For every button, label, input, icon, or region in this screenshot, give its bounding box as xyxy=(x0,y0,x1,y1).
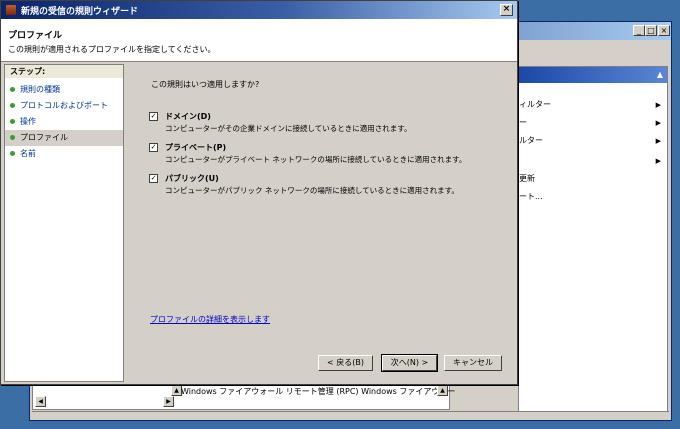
action-item[interactable]: ート... xyxy=(519,189,667,205)
scroll-up-button[interactable]: ▲ xyxy=(437,385,448,396)
step-label: プロトコルおよびポート xyxy=(20,101,108,110)
action-label: ート... xyxy=(519,192,543,201)
new-inbound-rule-wizard: 新規の受信の規則ウィザード × プロファイル この規則が適用されるプロファイルを… xyxy=(0,0,518,385)
action-label: ィルター xyxy=(519,100,551,109)
action-item[interactable]: ルター ▶ xyxy=(519,133,667,149)
option-private: ✓ プライベート(P) コンピューターがプライベート ネットワークの場所に接続し… xyxy=(149,142,499,168)
steps-pane: ステップ: 規則の種類 プロトコルおよびポート 操作 プロファイル 名前 xyxy=(4,64,124,382)
maximize-button[interactable]: □ xyxy=(645,25,657,36)
step-rule-type[interactable]: 規則の種類 xyxy=(5,82,123,98)
action-item[interactable]: ィルター ▶ xyxy=(519,97,667,113)
option-description: コンピューターがその企業ドメインに接続しているときに適用されます。 xyxy=(165,124,412,133)
content-pane: この規則はいつ適用しますか? ✓ ドメイン(D) コンピューターがその企業ドメイ… xyxy=(125,64,515,382)
action-item[interactable]: ▶ xyxy=(519,153,667,169)
step-label: 規則の種類 xyxy=(20,85,60,94)
actions-pane: ▲ ィルター ▶ ー ▶ ルター ▶ ▶ 更新 ート... xyxy=(518,66,668,412)
step-bullet-icon xyxy=(10,151,15,156)
back-button[interactable]: < 戻る(B) xyxy=(318,355,373,371)
action-label: ー xyxy=(519,118,527,127)
profile-details-link[interactable]: プロファイルの詳細を表示します xyxy=(150,314,270,325)
cancel-button[interactable]: キャンセル xyxy=(444,355,502,371)
option-description: コンピューターがパブリック ネットワークの場所に接続しているときに適用されます。 xyxy=(165,186,459,195)
action-item[interactable]: 更新 xyxy=(519,171,667,187)
arrow-right-icon: ▶ xyxy=(655,137,661,145)
step-bullet-icon xyxy=(10,119,15,124)
option-public: ✓ パブリック(U) コンピューターがパブリック ネットワークの場所に接続してい… xyxy=(149,173,499,199)
firewall-icon xyxy=(6,5,16,15)
action-item[interactable]: ー ▶ xyxy=(519,115,667,131)
arrow-right-icon: ▶ xyxy=(655,101,661,109)
page-subtitle: この規則が適用されるプロファイルを指定してください。 xyxy=(8,45,216,54)
wizard-title: 新規の受信の規則ウィザード xyxy=(21,7,139,17)
page-title: プロファイル xyxy=(8,31,63,41)
rule-row-text[interactable]: Windows ファイアウォール リモート管理 (RPC) Windows ファ… xyxy=(181,386,455,397)
scroll-left-button[interactable]: ◀ xyxy=(35,396,46,407)
actions-header[interactable]: ▲ xyxy=(519,67,667,83)
step-profile[interactable]: プロファイル xyxy=(5,130,123,146)
minimize-button[interactable]: _ xyxy=(633,25,645,36)
option-title[interactable]: プライベート(P) xyxy=(165,142,226,153)
question-label: この規則はいつ適用しますか? xyxy=(151,80,260,89)
collapse-up-icon[interactable]: ▲ xyxy=(657,70,663,79)
step-label: 操作 xyxy=(20,117,36,126)
wizard-header: プロファイル この規則が適用されるプロファイルを指定してください。 xyxy=(1,19,517,62)
arrow-right-icon: ▶ xyxy=(655,119,661,127)
step-label: 名前 xyxy=(20,149,36,158)
next-button[interactable]: 次へ(N) > xyxy=(381,354,438,372)
option-domain: ✓ ドメイン(D) コンピューターがその企業ドメインに接続しているときに適用され… xyxy=(149,111,499,137)
step-protocol-ports[interactable]: プロトコルおよびポート xyxy=(5,98,123,114)
option-title[interactable]: パブリック(U) xyxy=(165,173,219,184)
arrow-right-icon: ▶ xyxy=(655,157,661,165)
step-bullet-icon xyxy=(10,103,15,108)
close-button[interactable]: × xyxy=(500,4,513,16)
option-title[interactable]: ドメイン(D) xyxy=(165,111,211,122)
close-button[interactable]: × xyxy=(658,25,670,36)
wizard-titlebar[interactable]: 新規の受信の規則ウィザード × xyxy=(1,1,517,19)
action-label: 更新 xyxy=(519,174,535,183)
public-checkbox[interactable]: ✓ xyxy=(149,174,158,183)
step-bullet-icon xyxy=(10,135,15,140)
step-name[interactable]: 名前 xyxy=(5,146,123,162)
option-description: コンピューターがプライベート ネットワークの場所に接続しているときに適用されます… xyxy=(165,155,467,164)
step-label: プロファイル xyxy=(20,133,68,142)
domain-checkbox[interactable]: ✓ xyxy=(149,112,158,121)
status-bar xyxy=(32,411,669,421)
step-action[interactable]: 操作 xyxy=(5,114,123,130)
steps-title: ステップ: xyxy=(5,65,123,78)
rules-list-pane: ◀ ▶ ▲ Windows ファイアウォール リモート管理 (RPC) Wind… xyxy=(32,384,455,410)
scroll-right-button[interactable]: ▶ xyxy=(163,396,174,407)
private-checkbox[interactable]: ✓ xyxy=(149,143,158,152)
step-bullet-icon xyxy=(10,87,15,92)
action-label: ルター xyxy=(519,136,543,145)
